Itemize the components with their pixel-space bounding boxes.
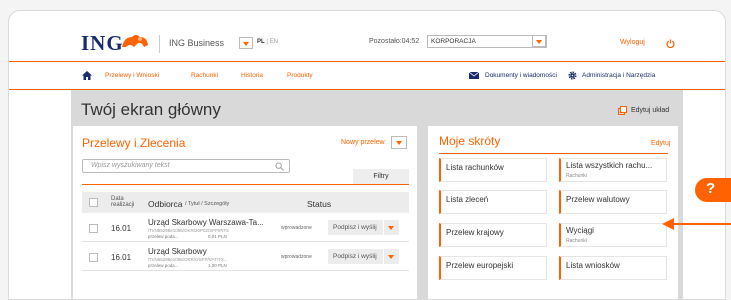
col-date[interactable]: Data realizacji [111, 196, 141, 208]
shortcut-sub: Rachunki [566, 173, 587, 179]
shortcuts-panel: Moje skróty Edytuj Lista rachunków Lista… [428, 126, 678, 299]
envelope-icon [469, 72, 479, 79]
row-date: 16.01 [111, 253, 132, 262]
shortcuts-title: Moje skróty [439, 134, 501, 148]
filters-underline [82, 184, 409, 185]
power-icon[interactable] [666, 39, 675, 48]
lion-logo-icon [122, 35, 148, 47]
company-select-value: KORPORACJA [431, 38, 476, 45]
header-divider [159, 35, 160, 53]
transfers-panel: Przelewy i Zlecenia Nowy przelew Wpisz w… [73, 126, 417, 299]
top-header: ING ING Business PL | EN Pozostało:04:52… [9, 11, 725, 61]
row-title-meta: /TI/N55298e1095/OKR/20P02/SFP/PIT5 [148, 228, 229, 233]
nav-history[interactable]: Historia [241, 72, 263, 79]
table-row[interactable]: 16.01 Urząd Skarbowy /TI/N55298e1095/OKR… [82, 243, 409, 271]
shortcut-european-transfer[interactable]: Przelew europejski [439, 256, 547, 280]
col-recipient[interactable]: Odbiorca [148, 199, 183, 209]
table-header: Data realizacji Odbiorca / Tytuł / Szcze… [82, 192, 409, 213]
shortcut-label: Przelew krajowy [446, 228, 504, 237]
app-name: ING Business [169, 38, 225, 48]
gear-icon [568, 71, 577, 80]
company-select-arrow[interactable] [532, 35, 546, 47]
shortcut-label: Przelew walutowy [566, 195, 630, 204]
nav-accounts[interactable]: Rachunki [191, 72, 218, 79]
shortcut-label: Lista zleceń [446, 195, 489, 204]
help-button[interactable]: ? [695, 178, 731, 202]
filters-button[interactable]: Filtry [353, 169, 409, 184]
nav-transfers[interactable]: Przelewy i Wnioski [105, 72, 159, 79]
shortcut-account-list[interactable]: Lista rachunków [439, 158, 547, 182]
shortcut-label: Wyciągi [566, 226, 594, 235]
shortcut-label: Lista rachunków [446, 163, 504, 172]
app-switcher-dropdown[interactable] [239, 37, 253, 49]
shortcut-orders-list[interactable]: Lista zleceń [439, 190, 547, 214]
row-status: wprowadzone [281, 225, 312, 231]
lang-separator: | [266, 39, 268, 45]
nav-documents[interactable]: Dokumenty i wiadomości [485, 72, 557, 79]
dashboard-area: Twój ekran główny Edytuj układ Przelewy … [71, 90, 683, 299]
shortcuts-edit-link[interactable]: Edytuj [651, 140, 670, 147]
main-nav: Przelewy i Wnioski Rachunki Historia Pro… [9, 62, 725, 89]
shortcut-currency-transfer[interactable]: Przelew walutowy [559, 190, 667, 214]
row-amount: 0,01 PLN [208, 234, 227, 239]
sign-and-send-label: Podpisz i wyślij [333, 253, 377, 260]
row-recipient[interactable]: Urząd Skarbowy [148, 247, 207, 256]
shortcut-sub: Rachunki [566, 238, 587, 244]
home-icon[interactable] [82, 71, 92, 80]
select-all-checkbox[interactable] [89, 198, 98, 207]
transfers-title: Przelewy i Zlecenia [82, 136, 186, 150]
row-date: 16.01 [111, 224, 132, 233]
table-row[interactable]: 16.01 Urząd Skarbowy Warszawa-Ta... /TI/… [82, 214, 409, 242]
shortcut-applications-list[interactable]: Lista wniosków [559, 256, 667, 280]
search-icon[interactable] [275, 162, 284, 171]
shortcut-label: Lista wszystkich rachu... [566, 161, 653, 170]
row-amount: 1,00 PLN [208, 263, 227, 268]
search-placeholder: Wpisz wyszukiwany tekst [91, 162, 170, 169]
sign-and-send-button[interactable]: Podpisz i wyślij [328, 249, 399, 264]
search-input[interactable]: Wpisz wyszukiwany tekst [82, 159, 290, 173]
shortcut-label: Przelew europejski [446, 261, 514, 270]
row-checkbox[interactable] [89, 224, 98, 233]
page-title: Twój ekran główny [81, 100, 221, 119]
ing-logo[interactable]: ING [81, 31, 124, 56]
lang-pl[interactable]: PL [257, 39, 265, 45]
col-recipient-sub: / Tytuł / Szczegóły [185, 201, 230, 207]
sign-and-send-button[interactable]: Podpisz i wyślij [328, 220, 399, 235]
col-status[interactable]: Status [307, 199, 331, 209]
edit-layout-link[interactable]: Edytuj układ [631, 107, 669, 114]
logout-link[interactable]: Wyloguj [620, 39, 645, 46]
lang-en[interactable]: EN [270, 39, 278, 45]
new-transfer-dropdown[interactable] [391, 136, 407, 149]
pointer-arrow-icon [662, 218, 731, 230]
layout-icon[interactable] [618, 106, 627, 115]
shortcuts-underline [439, 153, 668, 154]
company-select[interactable]: KORPORACJA [427, 35, 547, 48]
shortcut-all-accounts[interactable]: Lista wszystkich rachu... Rachunki [559, 158, 667, 182]
row-title-meta: /TI/N55298e1095/OKR/0/SFP/VAT/TX... [148, 257, 228, 262]
sign-dropdown-arrow[interactable] [383, 249, 399, 264]
row-subtitle: przelew poda... [148, 263, 179, 268]
shortcut-label: Lista wniosków [566, 261, 620, 270]
row-recipient[interactable]: Urząd Skarbowy Warszawa-Ta... [148, 218, 264, 227]
nav-admin[interactable]: Administracja i Narzędzia [582, 72, 655, 79]
nav-products[interactable]: Produkty [287, 72, 313, 79]
row-subtitle: przelew poda... [148, 234, 179, 239]
row-checkbox[interactable] [89, 253, 98, 262]
sign-dropdown-arrow[interactable] [383, 220, 399, 235]
language-switcher[interactable]: PL | EN [257, 39, 278, 45]
session-timer: Pozostało:04:52 [369, 38, 420, 45]
row-status: wprowadzone [281, 254, 312, 260]
new-transfer-link[interactable]: Nowy przelew [341, 139, 385, 146]
app-window: ING ING Business PL | EN Pozostało:04:52… [8, 10, 726, 300]
shortcut-domestic-transfer[interactable]: Przelew krajowy [439, 223, 547, 247]
sign-and-send-label: Podpisz i wyślij [333, 224, 377, 231]
shortcut-statements[interactable]: Wyciągi Rachunki [559, 223, 667, 247]
